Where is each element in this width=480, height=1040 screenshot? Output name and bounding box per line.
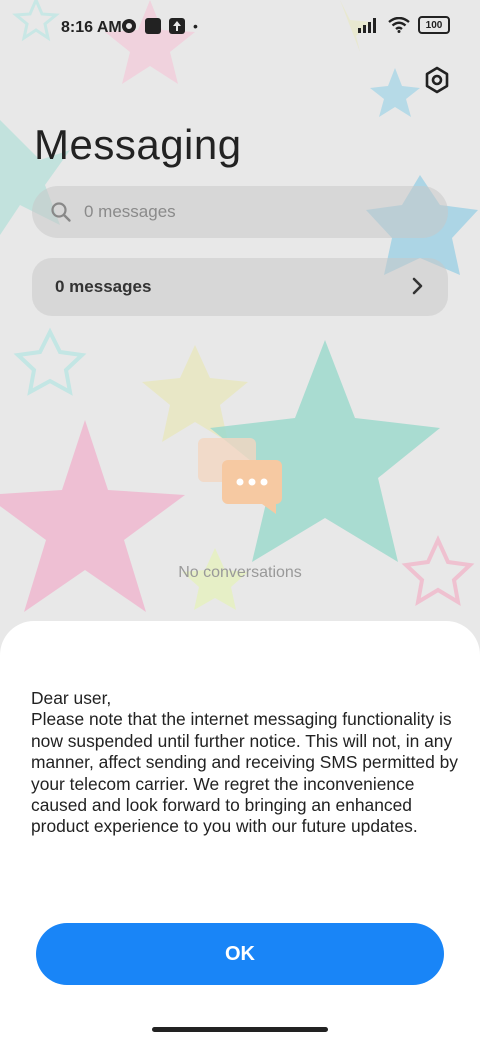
settings-button[interactable] <box>420 63 454 97</box>
ok-button[interactable]: OK <box>36 923 444 985</box>
search-icon <box>51 202 71 222</box>
signal-icon <box>358 18 376 33</box>
notice-dialog: Dear user, Please note that the internet… <box>0 621 480 1040</box>
status-time: 8:16 AM <box>61 19 122 36</box>
status-bar: 8:16 AM • 100 <box>0 0 480 56</box>
notice-greeting: Dear user, <box>31 688 112 708</box>
search-bar[interactable]: 0 messages <box>32 186 448 238</box>
messages-card[interactable]: 0 messages <box>32 258 448 316</box>
settings-icon <box>425 66 449 94</box>
upload-icon <box>169 18 185 34</box>
wifi-icon <box>388 17 410 33</box>
battery-icon: 100 <box>418 16 450 34</box>
chevron-right-icon <box>412 277 423 295</box>
messages-card-label: 0 messages <box>55 277 152 296</box>
page-title: Messaging <box>34 121 242 168</box>
notice-body: Please note that the internet messaging … <box>31 709 458 837</box>
more-notifications-dot: • <box>193 18 198 34</box>
notification-app-icon <box>122 19 136 33</box>
chat-bubble-icon <box>198 438 282 514</box>
search-placeholder: 0 messages <box>84 202 176 221</box>
notification-square-icon <box>145 18 161 34</box>
empty-state-text: No conversations <box>178 564 302 581</box>
notification-icons: • <box>121 18 198 34</box>
notice-text: Dear user, Please note that the internet… <box>31 688 461 838</box>
home-indicator[interactable] <box>152 1027 328 1032</box>
status-indicators: 100 <box>358 16 450 34</box>
messaging-screen: 8:16 AM • 100 Messaging 0 messages 0 mes… <box>0 0 480 1040</box>
